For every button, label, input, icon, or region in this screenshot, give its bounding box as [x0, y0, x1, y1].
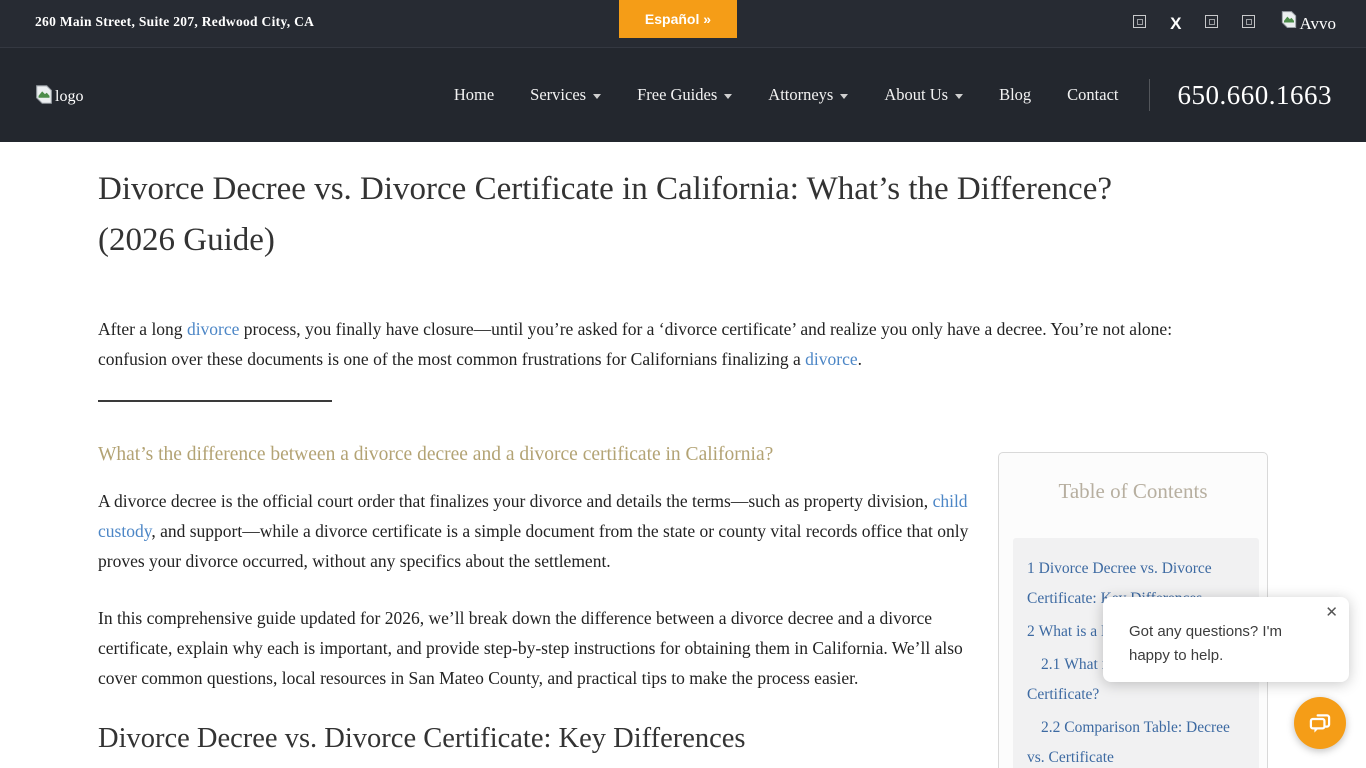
- social-links: X Avvo: [1133, 0, 1336, 48]
- intro-paragraph: After a long divorce process, you finall…: [98, 314, 1208, 374]
- broken-image-icon: [1133, 15, 1146, 28]
- social-icon-3[interactable]: [1242, 15, 1255, 33]
- social-icon-1[interactable]: [1133, 15, 1146, 33]
- nav-divider: [1149, 79, 1150, 111]
- chat-bubbles-icon: [1306, 709, 1334, 737]
- top-bar: 260 Main Street, Suite 207, Redwood City…: [0, 0, 1366, 48]
- nav-item-free-guides[interactable]: Free Guides: [637, 85, 732, 105]
- chevron-down-icon: [593, 94, 601, 99]
- inline-link[interactable]: divorce: [187, 319, 239, 339]
- broken-image-icon: [33, 84, 55, 106]
- x-twitter-icon[interactable]: X: [1170, 15, 1181, 34]
- broken-image-icon: [1279, 10, 1299, 30]
- toc-item-2-2[interactable]: 2.2 Comparison Table: Decree vs. Certifi…: [1027, 713, 1245, 768]
- inline-link[interactable]: child custody: [98, 491, 968, 541]
- nav-item-contact[interactable]: Contact: [1067, 85, 1118, 105]
- main-nav: logo Home Services Free Guides Attorneys…: [0, 48, 1366, 142]
- phone-number[interactable]: 650.660.1663: [1178, 80, 1333, 111]
- guide-paragraph: In this comprehensive guide updated for …: [98, 603, 970, 693]
- chat-launcher-button[interactable]: [1294, 697, 1346, 749]
- site-logo[interactable]: logo: [33, 84, 83, 106]
- broken-image-icon: [1205, 15, 1218, 28]
- chevron-down-icon: [955, 94, 963, 99]
- page: 260 Main Street, Suite 207, Redwood City…: [0, 0, 1366, 768]
- answer-paragraph: A divorce decree is the official court o…: [98, 486, 970, 576]
- avvo-badge[interactable]: Avvo: [1279, 14, 1336, 34]
- nav-item-services[interactable]: Services: [530, 85, 601, 105]
- page-title: Divorce Decree vs. Divorce Certificate i…: [98, 164, 1148, 266]
- nav-item-blog[interactable]: Blog: [999, 85, 1031, 105]
- chevron-down-icon: [840, 94, 848, 99]
- inline-link[interactable]: divorce: [805, 349, 857, 369]
- close-icon[interactable]: ✕: [1325, 603, 1338, 621]
- toc-title: Table of Contents: [999, 479, 1267, 504]
- nav-item-home[interactable]: Home: [454, 85, 494, 105]
- nav-menu: Home Services Free Guides Attorneys Abou…: [418, 48, 1332, 142]
- office-address: 260 Main Street, Suite 207, Redwood City…: [35, 14, 314, 30]
- nav-item-about-us[interactable]: About Us: [884, 85, 963, 105]
- broken-image-icon: [1242, 15, 1255, 28]
- chat-popup: ✕ Got any questions? I'm happy to help.: [1103, 597, 1349, 682]
- chat-message: Got any questions? I'm happy to help.: [1129, 620, 1319, 668]
- divider-rule: [98, 400, 332, 402]
- nav-item-attorneys[interactable]: Attorneys: [768, 85, 848, 105]
- social-icon-2[interactable]: [1205, 15, 1218, 33]
- chevron-down-icon: [724, 94, 732, 99]
- avvo-label: Avvo: [1299, 14, 1336, 34]
- logo-alt-text: logo: [55, 88, 83, 106]
- language-toggle-button[interactable]: Español »: [619, 0, 737, 38]
